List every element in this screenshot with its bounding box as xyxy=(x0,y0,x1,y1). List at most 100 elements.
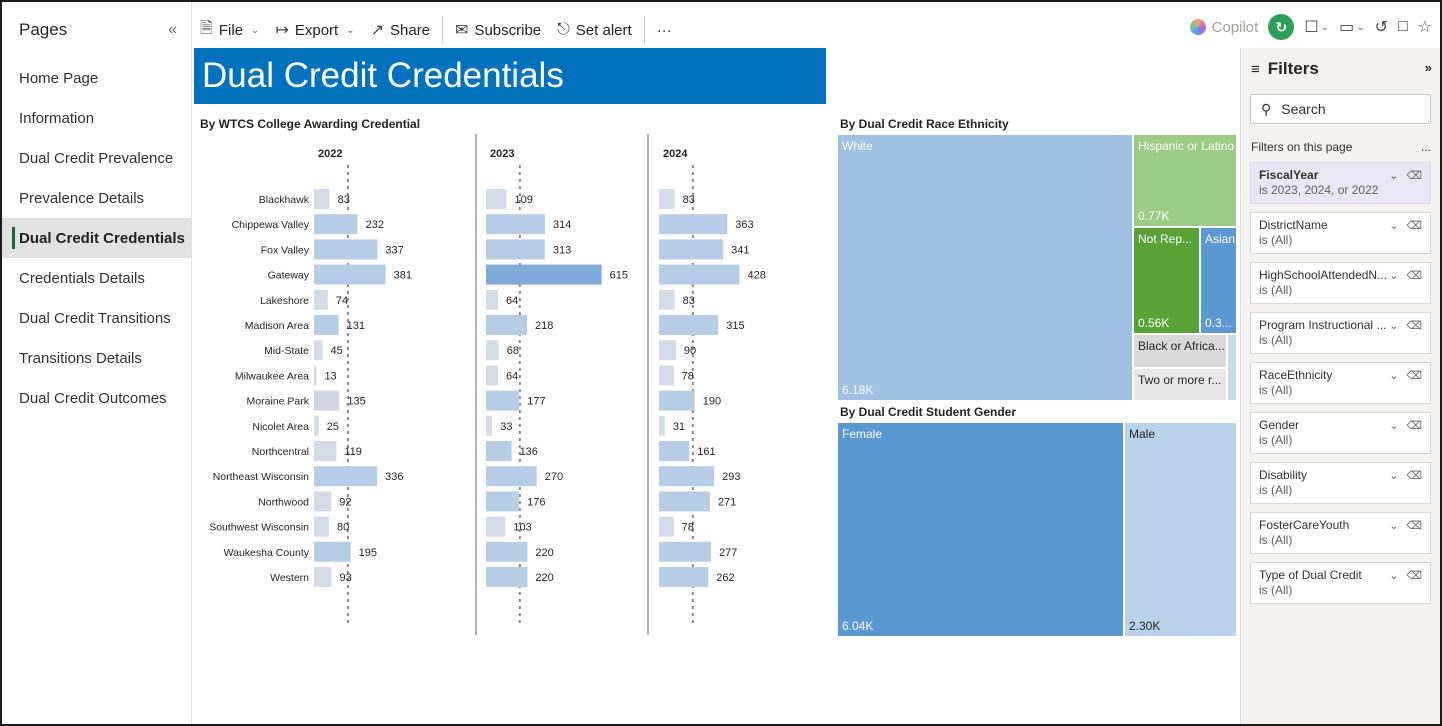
page-tab-dual-credit-outcomes[interactable]: Dual Credit Outcomes xyxy=(2,378,191,418)
eraser-icon[interactable]: ⌫ xyxy=(1406,269,1422,282)
bar-data-label: 177 xyxy=(527,396,545,408)
chevron-down-icon[interactable]: ⌄ xyxy=(1389,169,1398,182)
share-button[interactable]: ↗ Share xyxy=(363,15,438,45)
filter-card[interactable]: FosterCareYouth is (All) ⌄ ⌫ xyxy=(1250,512,1431,554)
chevron-down-icon[interactable]: ⌄ xyxy=(1389,519,1398,532)
chevron-down-icon[interactable]: ⌄ xyxy=(1389,269,1398,282)
race-ethnicity-treemap[interactable]: White 6.18K Hispanic or Latino 0.77K Not Rep… xyxy=(837,134,1237,401)
bar-data-label: 78 xyxy=(682,370,694,382)
chevron-down-icon[interactable]: ⌄ xyxy=(1389,219,1398,232)
view-icon: ▭ xyxy=(1339,19,1355,36)
file-label: File xyxy=(218,21,244,39)
filter-card[interactable]: Gender is (All) ⌄ ⌫ xyxy=(1250,412,1431,454)
bar xyxy=(659,289,675,310)
treemap-cell-male[interactable]: Male 2.30K xyxy=(1124,422,1237,637)
eraser-icon[interactable]: ⌫ xyxy=(1406,369,1422,382)
page-tab-transitions-details[interactable]: Transitions Details xyxy=(2,338,191,378)
bar xyxy=(659,390,695,411)
reload-button[interactable]: ↺ xyxy=(1375,17,1388,37)
filter-value: is (All) xyxy=(1259,583,1293,597)
chevron-down-icon[interactable]: ⌄ xyxy=(1389,569,1398,582)
treemap-cell-label: Hispanic or Latino xyxy=(1138,139,1235,153)
chevron-down-icon[interactable]: ⌄ xyxy=(1389,319,1398,332)
bar xyxy=(314,516,330,537)
chevron-down-icon: ⌄ xyxy=(1356,21,1365,33)
race-treemap-title: By Dual Credit Race Ethnicity xyxy=(840,117,1009,131)
college-credential-bar-chart[interactable]: Blackhawk Chippewa Valley Fox Valley Gatewa… xyxy=(194,130,824,640)
bar-data-label: 277 xyxy=(719,547,737,559)
series-header: 2023 xyxy=(490,148,514,160)
page-tab-prevalence-details[interactable]: Prevalence Details xyxy=(2,178,191,218)
bar xyxy=(314,567,332,587)
treemap-cell-female[interactable]: Female 6.04K xyxy=(837,422,1124,637)
bar-chart-title: By WTCS College Awarding Credential xyxy=(200,117,421,131)
filter-card[interactable]: Type of Dual Credit is (All) ⌄ ⌫ xyxy=(1250,562,1431,604)
comment-icon: □ xyxy=(1397,18,1408,35)
collapse-pages-button[interactable]: « xyxy=(168,21,177,39)
subscribe-button[interactable]: ✉ Subscribe xyxy=(447,15,549,45)
page-tab-credentials-details[interactable]: Credentials Details xyxy=(2,258,191,298)
filter-card[interactable]: Program Instructional ... is (All) ⌄ ⌫ xyxy=(1250,312,1431,354)
filter-card[interactable]: RaceEthnicity is (All) ⌄ ⌫ xyxy=(1250,362,1431,404)
filter-card[interactable]: DistrictName is (All) ⌄ ⌫ xyxy=(1250,212,1431,254)
bar-data-label: 218 xyxy=(535,320,553,332)
bar xyxy=(659,189,675,209)
favorite-button[interactable]: ☆ xyxy=(1418,17,1432,37)
treemap-cell-hispanic[interactable]: Hispanic or Latino 0.77K xyxy=(1133,134,1237,227)
more-options-button[interactable]: ··· xyxy=(649,15,680,45)
page-tab-information[interactable]: Information xyxy=(2,98,191,138)
expand-filters-button[interactable]: » xyxy=(1425,60,1432,75)
filters-search-input[interactable]: ⚲ Search xyxy=(1250,94,1431,124)
chevron-down-icon[interactable]: ⌄ xyxy=(1389,419,1398,432)
page-tab-dual-credit-prevalence[interactable]: Dual Credit Prevalence xyxy=(2,138,191,178)
eraser-icon[interactable]: ⌫ xyxy=(1406,419,1422,432)
bar-data-label: 25 xyxy=(327,421,339,433)
filters-on-page-label: Filters on this page xyxy=(1251,140,1353,154)
file-menu[interactable]: 🗎 File ⌄ xyxy=(192,15,267,45)
treemap-cell-not-reported[interactable]: Not Rep... 0.56K xyxy=(1133,227,1200,334)
bar-data-label: 363 xyxy=(735,219,753,231)
page-tab-dual-credit-transitions[interactable]: Dual Credit Transitions xyxy=(2,298,191,338)
bar xyxy=(659,541,712,562)
category-label: Southwest Wisconsin xyxy=(209,522,309,534)
bar xyxy=(314,214,358,235)
export-menu[interactable]: ↦ Export ⌄ xyxy=(267,15,362,45)
eraser-icon[interactable]: ⌫ xyxy=(1406,319,1422,332)
bar xyxy=(486,491,520,512)
copilot-button[interactable]: Copilot xyxy=(1189,19,1258,36)
filter-card[interactable]: Disability is (All) ⌄ ⌫ xyxy=(1250,462,1431,504)
page-tab-home-page[interactable]: Home Page xyxy=(2,58,191,98)
eraser-icon[interactable]: ⌫ xyxy=(1406,519,1422,532)
bar-data-label: 119 xyxy=(344,446,362,458)
bar-data-label: 83 xyxy=(683,295,695,307)
treemap-cell-value: 0.3... xyxy=(1205,316,1232,330)
set-alert-button[interactable]: ⎋ Set alert xyxy=(549,15,640,45)
bar xyxy=(314,415,319,436)
treemap-cell-asian[interactable]: Asian 0.3... xyxy=(1200,227,1237,334)
bookmark-menu[interactable]: ☐ ⌄ xyxy=(1304,17,1329,37)
filters-more-button[interactable]: ... xyxy=(1421,140,1431,154)
treemap-cell-white[interactable]: White 6.18K xyxy=(837,134,1133,401)
eraser-icon[interactable]: ⌫ xyxy=(1406,469,1422,482)
treemap-cell-other[interactable] xyxy=(1227,334,1237,401)
bar-data-label: 31 xyxy=(673,421,685,433)
bar xyxy=(314,466,378,487)
gender-treemap[interactable]: Female 6.04K Male 2.30K xyxy=(837,422,1237,637)
chevron-down-icon[interactable]: ⌄ xyxy=(1389,369,1398,382)
filter-card[interactable]: HighSchoolAttendedN... is (All) ⌄ ⌫ xyxy=(1250,262,1431,304)
chevron-down-icon[interactable]: ⌄ xyxy=(1389,469,1398,482)
view-menu[interactable]: ▭ ⌄ xyxy=(1339,17,1365,37)
eraser-icon[interactable]: ⌫ xyxy=(1406,219,1422,232)
treemap-cell-black[interactable]: Black or Africa... xyxy=(1133,334,1227,368)
page-tab-dual-credit-credentials[interactable]: Dual Credit Credentials xyxy=(2,218,191,258)
category-label: Madison Area xyxy=(245,320,309,332)
treemap-cell-two-or-more[interactable]: Two or more r... xyxy=(1133,368,1227,401)
refresh-visuals-icon[interactable]: ↻ xyxy=(1268,14,1295,40)
eraser-icon[interactable]: ⌫ xyxy=(1406,169,1422,182)
eraser-icon[interactable]: ⌫ xyxy=(1406,569,1422,582)
comment-button[interactable]: □ xyxy=(1398,18,1408,36)
filter-card[interactable]: FiscalYear is 2023, 2024, or 2022 ⌄ ⌫ xyxy=(1250,162,1431,204)
bar-data-label: 103 xyxy=(513,522,531,534)
export-icon: ↦ xyxy=(275,22,289,39)
more-label: ··· xyxy=(656,21,672,39)
